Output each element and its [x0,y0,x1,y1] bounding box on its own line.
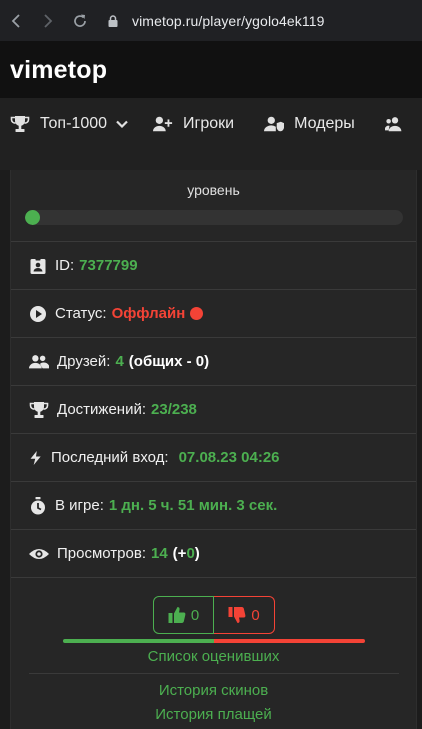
nav-item-mods[interactable]: Модеры [264,112,355,136]
skins-history-link[interactable]: История скинов [11,682,416,699]
reload-button[interactable] [64,0,96,42]
dislike-button[interactable]: 0 [214,596,275,634]
status-value: Оффлайн [111,305,186,322]
dislikes-count: 0 [251,606,260,624]
rating-ratio-bar [63,639,365,643]
voters-list-link[interactable]: Список оценивших [11,648,416,665]
friends-common: (общих - 0) [128,353,210,370]
chevron-down-icon [116,120,128,129]
browser-toolbar: vimetop.ru/player/ygolo4ek119 [0,0,422,42]
level-progress-bar [25,210,403,225]
eye-icon [29,548,49,559]
last-login-label: Последний вход: [51,449,169,466]
views-label: Просмотров: [57,545,146,562]
bolt-icon [30,450,41,465]
like-button[interactable]: 0 [153,596,214,634]
nav-top1000-label: Топ-1000 [40,115,108,132]
thumbs-up-icon [168,607,186,623]
nav-players-label: Игроки [183,115,235,132]
id-row: ID: 7377799 [11,241,416,289]
views-delta-value: 0 [186,545,195,562]
address-bar[interactable]: vimetop.ru/player/ygolo4ek119 [106,0,325,42]
views-row: Просмотров: 14 (+ 0) [11,529,416,578]
lock-icon [108,14,118,27]
forward-icon [44,13,53,28]
vote-buttons: 0 0 [153,596,275,634]
reload-icon [74,14,86,27]
thumbs-down-icon [228,607,246,623]
achievements-label: Достижений: [57,401,147,418]
user-plus-icon [153,116,173,132]
nav-mods-label: Модеры [294,115,355,132]
views-value: 14 [150,545,168,562]
user-shield-icon [264,116,285,132]
id-label: ID: [55,257,75,274]
users-icon [384,117,402,132]
views-delta-open: (+ [172,545,187,562]
friends-value[interactable]: 4 [115,353,123,370]
site-header: vimetop [0,42,422,98]
friends-label: Друзей: [57,353,111,370]
trophy-icon [29,401,49,418]
status-label: Статус: [55,305,107,322]
likes-count: 0 [190,606,200,624]
nav-item-top1000[interactable]: Топ-1000 [10,112,129,136]
url-text: vimetop.ru/player/ygolo4ek119 [132,12,325,29]
achievements-row: Достижений: 23/238 [11,385,416,433]
back-icon [11,13,20,28]
capes-history-link[interactable]: История плащей [11,706,416,723]
rating-ratio-negative [214,639,365,643]
level-label: уровень [187,182,240,198]
last-login-value: 07.08.23 04:26 [178,449,280,466]
rating-section: 0 0 [11,594,416,644]
forward-button[interactable] [32,0,64,42]
views-delta-close: ) [194,545,200,562]
nav-item-more[interactable] [384,112,405,136]
links-divider [29,673,399,674]
id-value: 7377799 [79,257,138,274]
friends-row: Друзей: 4 (общих - 0) [11,337,416,385]
profile-card: уровень ID: 7377799 Статус: Оффлайн Друз… [10,170,417,729]
rating-ratio-positive [63,639,214,643]
offline-dot-icon [190,307,204,320]
ingame-row: В игре: 1 дн. 5 ч. 51 мин. 3 сек. [11,481,416,529]
play-circle-icon [30,305,46,322]
last-login-row: Последний вход: 07.08.23 04:26 [11,433,416,481]
back-button[interactable] [0,0,32,42]
id-card-icon [30,257,46,274]
site-logo[interactable]: vimetop [10,56,107,85]
ingame-value: 1 дн. 5 ч. 51 мин. 3 сек. [108,497,278,514]
nav-item-players[interactable]: Игроки [153,112,234,136]
main-nav: Топ-1000 Игроки Модеры [0,98,422,170]
users-icon [29,354,49,368]
achievements-value[interactable]: 23/238 [151,401,197,418]
trophy-icon [10,116,30,132]
stopwatch-icon [31,496,45,514]
ingame-label: В игре: [55,497,104,514]
status-row: Статус: Оффлайн [11,289,416,337]
level-progress-fill [25,210,40,225]
